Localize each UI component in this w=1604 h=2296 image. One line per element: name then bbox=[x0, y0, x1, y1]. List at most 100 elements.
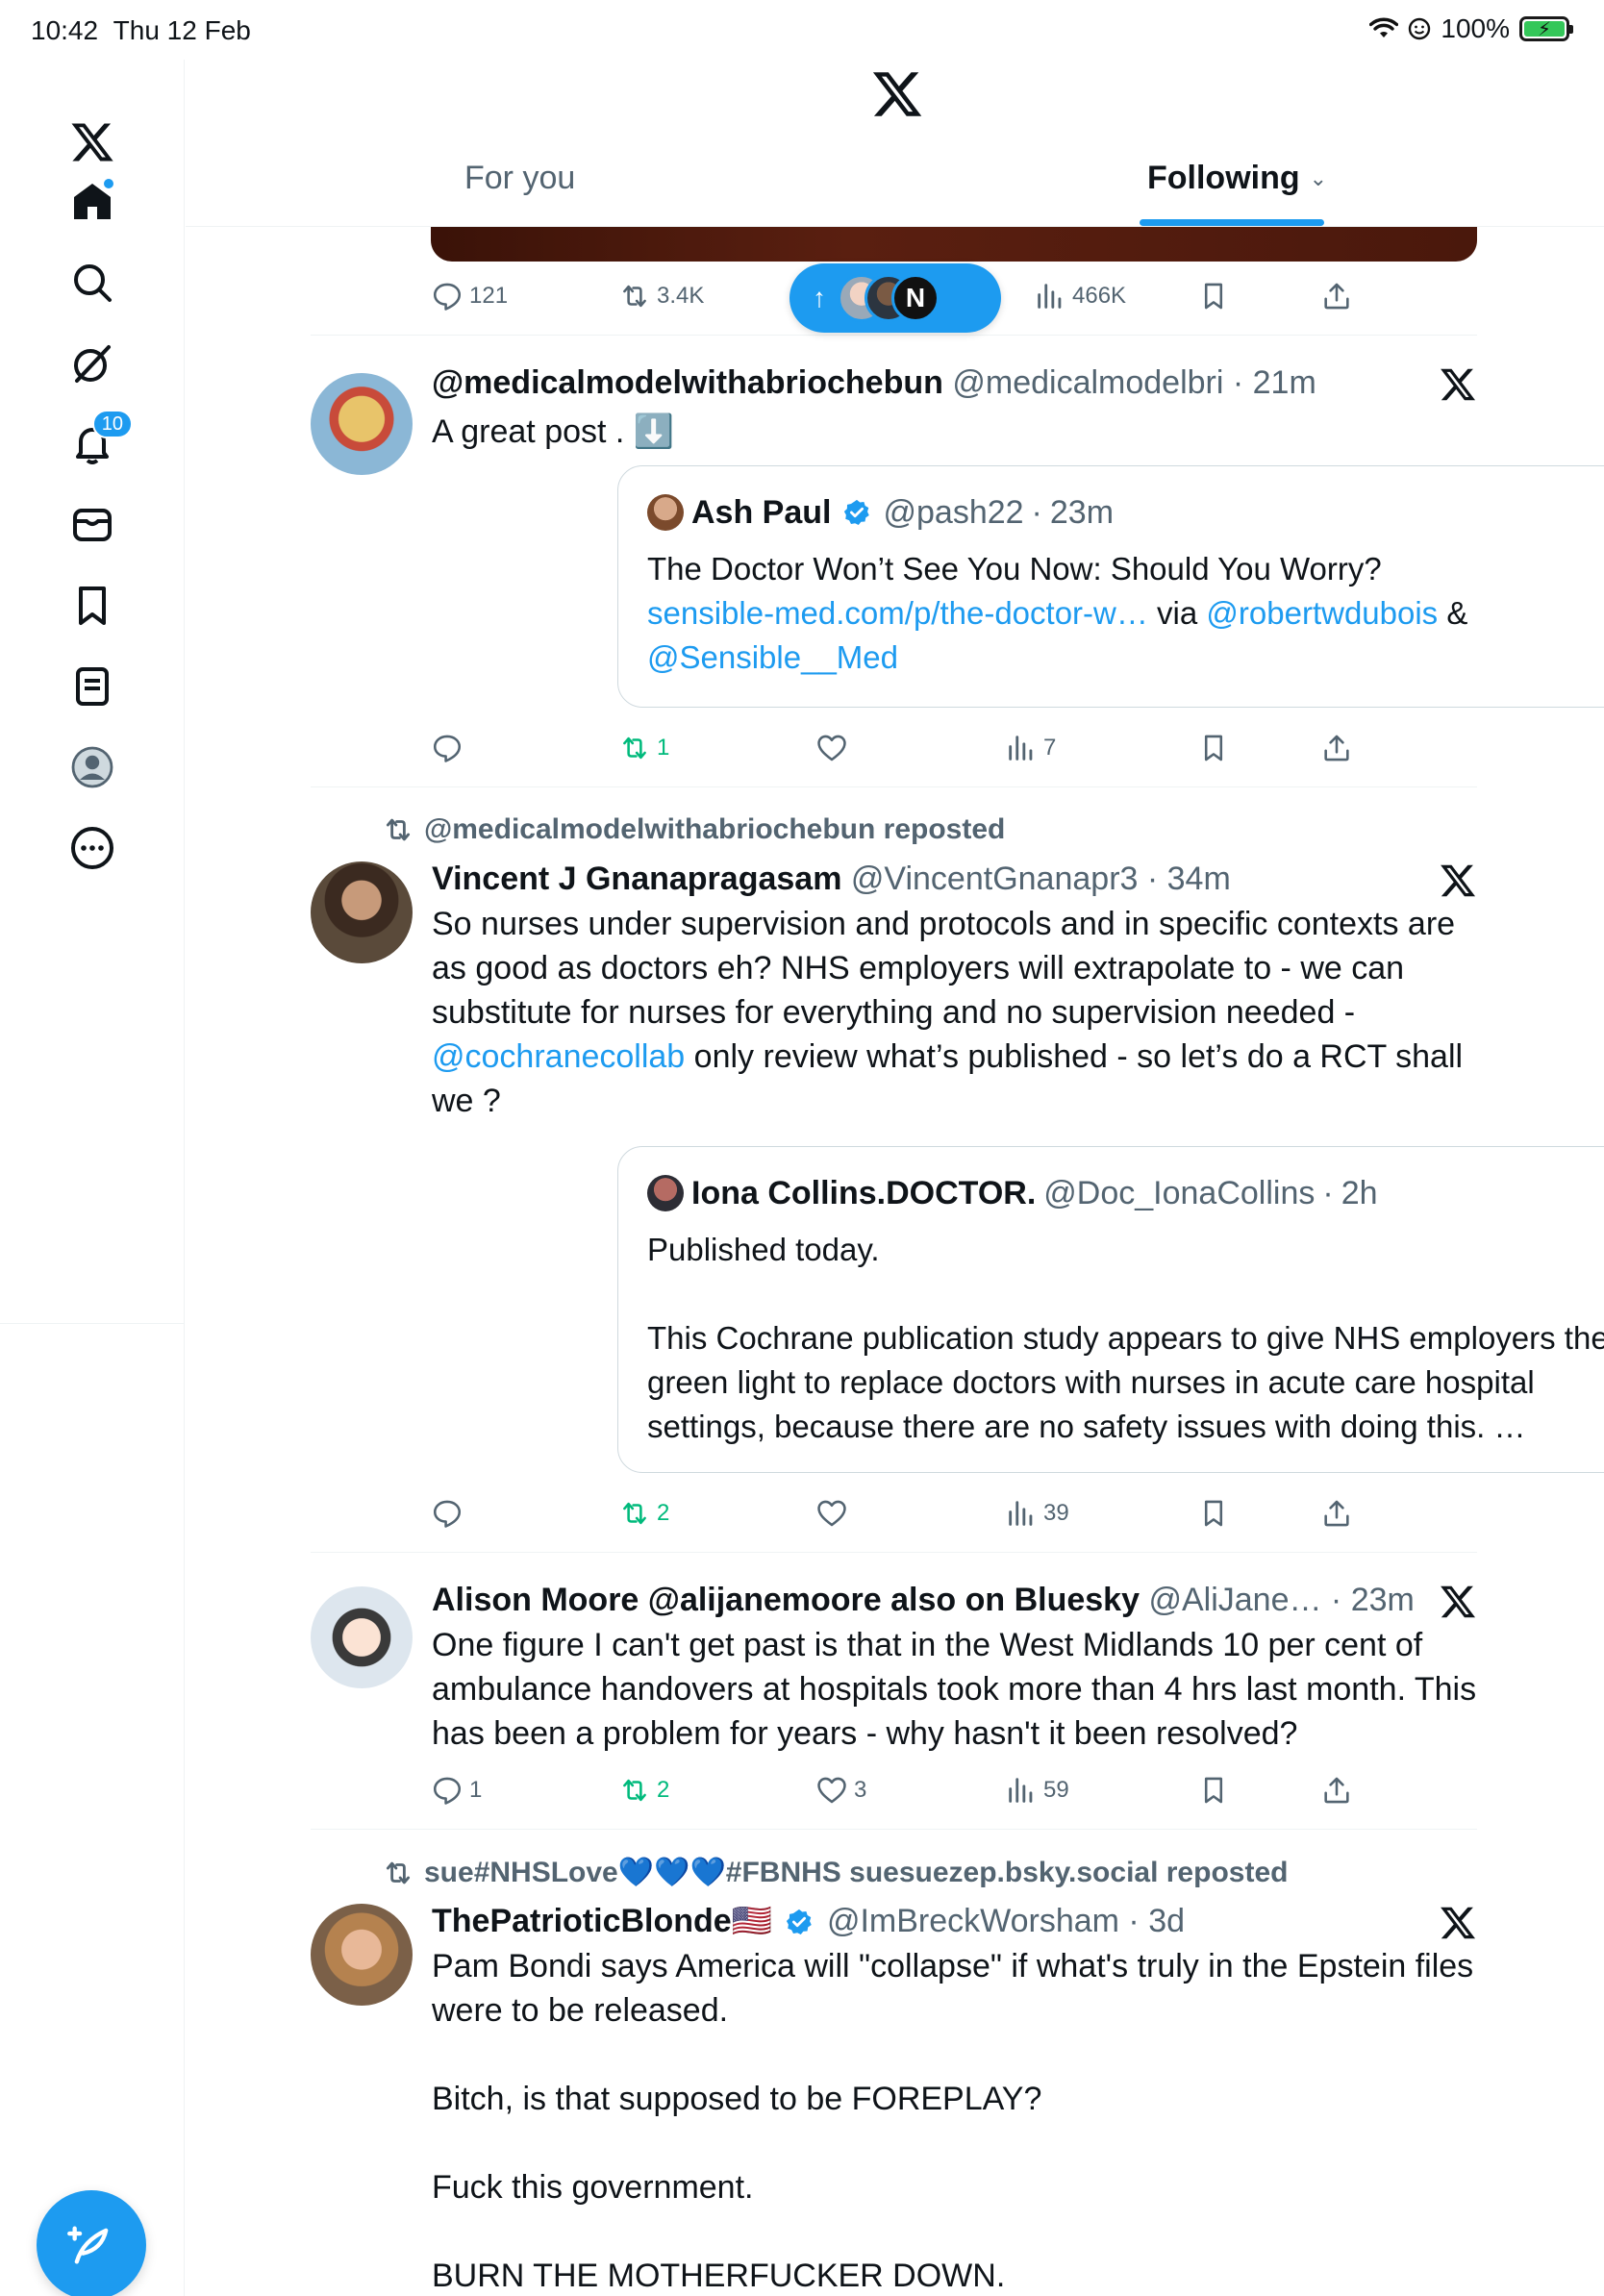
verified-badge-icon bbox=[844, 499, 870, 525]
share-button[interactable] bbox=[1320, 275, 1353, 317]
views-chart-icon bbox=[1009, 1501, 1033, 1526]
active-tab-indicator bbox=[1140, 219, 1324, 226]
quoted-author-handle: @pash22 bbox=[883, 494, 1024, 531]
post-time[interactable]: 21m bbox=[1253, 364, 1316, 401]
reply-icon bbox=[433, 735, 462, 762]
views-button[interactable]: 39 bbox=[1005, 1492, 1069, 1535]
sidebar-item-grok[interactable] bbox=[58, 329, 127, 398]
avatar[interactable] bbox=[311, 373, 413, 475]
tab-for-you[interactable]: For you bbox=[464, 160, 575, 197]
x-logo-icon[interactable] bbox=[870, 67, 924, 121]
post-time[interactable]: 23m bbox=[1351, 1582, 1415, 1618]
sidebar-item-lists[interactable] bbox=[58, 652, 127, 721]
share-icon bbox=[1324, 1500, 1349, 1527]
author-name[interactable]: Vincent J Gnanapragasam bbox=[432, 861, 841, 897]
author-handle[interactable]: @ImBreckWorsham bbox=[827, 1903, 1119, 1939]
avatar[interactable] bbox=[311, 1904, 413, 2006]
repost-icon bbox=[623, 1779, 646, 1802]
like-button[interactable] bbox=[815, 1492, 848, 1535]
like-button[interactable] bbox=[815, 727, 848, 769]
author-name[interactable]: @medicalmodelwithabriochebun bbox=[432, 364, 943, 401]
sidebar-item-home[interactable] bbox=[58, 167, 127, 237]
repost-icon bbox=[623, 285, 646, 308]
sidebar-divider bbox=[0, 1323, 185, 1324]
status-time: 10:42 Thu 12 Feb bbox=[31, 15, 251, 45]
tab-following[interactable]: Following ⌄ bbox=[1147, 160, 1327, 197]
like-button[interactable]: 3 bbox=[815, 1769, 866, 1811]
list-icon bbox=[76, 667, 109, 706]
bookmark-button[interactable] bbox=[1197, 727, 1230, 769]
views-chart-icon bbox=[1009, 736, 1033, 761]
post-time[interactable]: 34m bbox=[1167, 861, 1231, 897]
post-time[interactable]: 3d bbox=[1148, 1903, 1185, 1939]
sidebar-item-more[interactable] bbox=[58, 813, 127, 883]
compose-post-button[interactable] bbox=[37, 2190, 146, 2296]
battery-icon: ⚡ bbox=[1519, 16, 1573, 41]
top-header: For you Following ⌄ bbox=[186, 60, 1604, 227]
bookmark-icon bbox=[1204, 283, 1223, 310]
sidebar-item-notifications[interactable]: 10 bbox=[58, 410, 133, 479]
sidebar-item-profile[interactable] bbox=[58, 733, 127, 802]
share-button[interactable] bbox=[1320, 1769, 1353, 1811]
mention-link[interactable]: @Sensible__Med bbox=[647, 639, 898, 675]
post-header: Alison Moore @alijanemoore also on Blues… bbox=[432, 1582, 1415, 1618]
repost-button[interactable]: 1 bbox=[618, 727, 669, 769]
author-handle[interactable]: @AliJane… bbox=[1148, 1582, 1321, 1618]
sidebar-item-explore[interactable] bbox=[58, 248, 127, 317]
new-posts-pill[interactable]: ↑ N bbox=[789, 263, 1001, 333]
quoted-avatar bbox=[647, 1175, 684, 1211]
article-link[interactable]: sensible-med.com/p/the-doctor-w… bbox=[647, 595, 1148, 631]
notifications-badge: 10 bbox=[91, 410, 133, 438]
reply-button[interactable]: 121 bbox=[431, 275, 508, 317]
repost-button[interactable]: 3.4K bbox=[618, 275, 704, 317]
repost-indicator[interactable]: @medicalmodelwithabriochebun reposted bbox=[382, 813, 1005, 846]
views-chart-icon bbox=[1038, 284, 1062, 309]
compose-feather-icon bbox=[67, 2226, 109, 2264]
reply-button[interactable]: 1 bbox=[431, 1769, 482, 1811]
avatar[interactable] bbox=[311, 1586, 413, 1688]
repost-indicator[interactable]: sue#NHSLove💙💙💙#FBNHS suesuezep.bsky.soci… bbox=[382, 1856, 1288, 1889]
bookmark-button[interactable] bbox=[1197, 1769, 1230, 1811]
heart-icon bbox=[817, 1777, 846, 1804]
reply-button[interactable] bbox=[431, 1492, 464, 1535]
repost-button[interactable]: 2 bbox=[618, 1769, 669, 1811]
sidebar-item-messages[interactable] bbox=[58, 490, 127, 560]
repost-icon bbox=[623, 736, 646, 760]
quoted-post[interactable]: Ash Paul @pash22 · 23m The Doctor Won’t Se… bbox=[617, 465, 1604, 708]
bookmark-button[interactable] bbox=[1197, 275, 1230, 317]
search-icon bbox=[74, 264, 112, 302]
author-handle[interactable]: @VincentGnanapr3 bbox=[851, 861, 1139, 897]
repost-button[interactable]: 2 bbox=[618, 1492, 669, 1535]
mention-link[interactable]: @robertwdubois bbox=[1206, 595, 1438, 631]
bookmark-button[interactable] bbox=[1197, 1492, 1230, 1535]
author-name[interactable]: Alison Moore @alijanemoore also on Blues… bbox=[432, 1582, 1140, 1618]
author-handle[interactable]: @medicalmodelbri bbox=[952, 364, 1223, 401]
quoted-post[interactable]: Iona Collins.DOCTOR. @Doc_IonaCollins · 2h… bbox=[617, 1146, 1604, 1473]
avatar[interactable] bbox=[311, 861, 413, 963]
share-button[interactable] bbox=[1320, 727, 1353, 769]
quoted-post-text: The Doctor Won’t See You Now: Should You… bbox=[647, 551, 1468, 675]
verified-badge-icon bbox=[787, 1909, 813, 1934]
post-divider bbox=[311, 1552, 1477, 1553]
author-name[interactable]: ThePatrioticBlonde🇺🇸 bbox=[432, 1903, 772, 1939]
grok-icon bbox=[74, 345, 111, 383]
share-button[interactable] bbox=[1320, 1492, 1353, 1535]
sidebar-item-bookmarks[interactable] bbox=[58, 571, 127, 640]
views-button[interactable]: 466K bbox=[1034, 275, 1126, 317]
reply-icon bbox=[433, 283, 462, 311]
views-button[interactable]: 59 bbox=[1005, 1769, 1069, 1811]
reply-button[interactable] bbox=[431, 727, 464, 769]
bookmark-icon bbox=[1204, 735, 1223, 761]
repost-icon bbox=[623, 1502, 646, 1525]
quoted-author-handle: @Doc_IonaCollins bbox=[1043, 1175, 1316, 1211]
post-media-image[interactable] bbox=[431, 227, 1477, 262]
post-divider bbox=[311, 335, 1477, 336]
status-indicators: 100% ⚡ bbox=[1369, 13, 1573, 44]
quoted-author-name: Ash Paul bbox=[691, 494, 832, 531]
share-icon bbox=[1324, 1777, 1349, 1804]
post-actions: 1 2 3 59 bbox=[431, 1769, 1479, 1811]
x-logo-icon bbox=[1441, 368, 1476, 401]
more-icon bbox=[71, 827, 113, 869]
mention-link[interactable]: @cochranecollab bbox=[432, 1038, 685, 1075]
views-button[interactable]: 7 bbox=[1005, 727, 1056, 769]
